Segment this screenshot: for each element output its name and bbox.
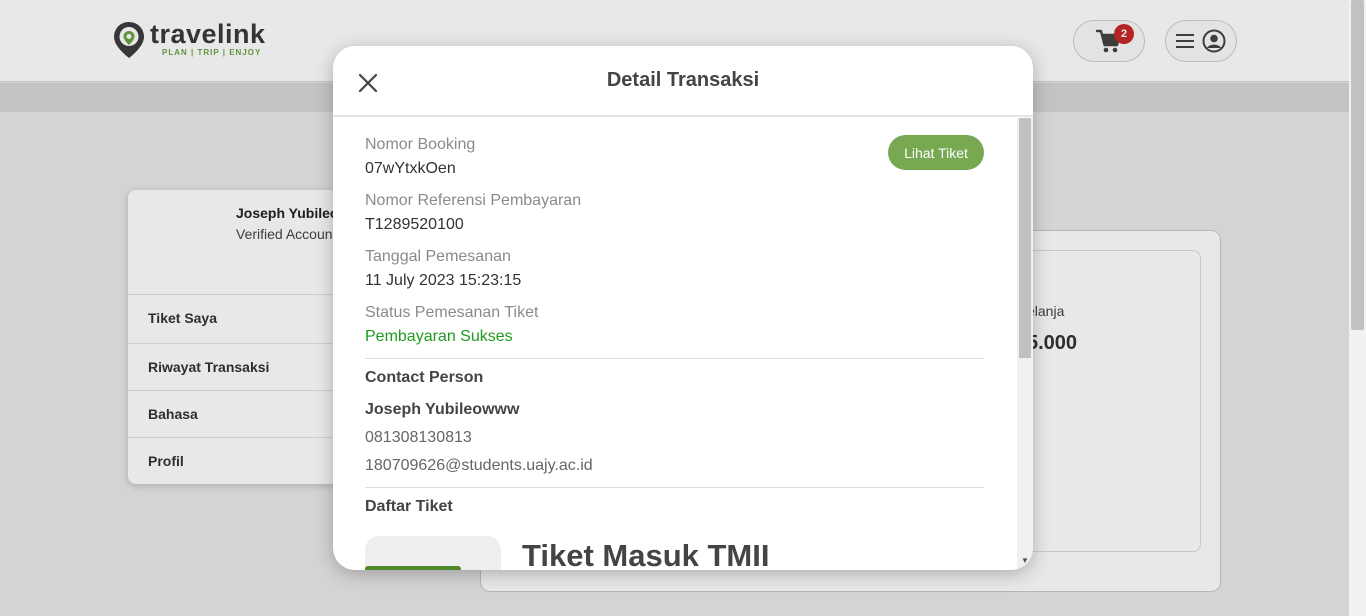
order-date-value: 11 July 2023 15:23:15 [365, 272, 522, 289]
modal-title: Detail Transaksi [606, 69, 760, 91]
modal-body: Lihat Tiket Nomor Booking 07wYtxkOen Nom… [333, 118, 1017, 570]
booking-number-value: 07wYtxkOen [365, 160, 456, 177]
contact-person-heading: Contact Person [365, 369, 484, 386]
contact-phone: 081308130813 [365, 429, 472, 446]
contact-name: Joseph Yubileowww [365, 401, 520, 418]
payment-reference-value: T1289520100 [365, 216, 464, 233]
scroll-down-arrow-icon[interactable]: ▼ [1019, 555, 1031, 567]
ticket-list-heading: Daftar Tiket [365, 498, 453, 515]
modal-header: Detail Transaksi [333, 46, 1033, 117]
order-status-value: Pembayaran Sukses [365, 328, 513, 345]
order-date-label: Tanggal Pemesanan [365, 248, 511, 265]
modal-scrollbar-thumb[interactable] [1019, 118, 1031, 358]
order-status-label: Status Pemesanan Tiket [365, 304, 539, 321]
divider [365, 487, 984, 488]
view-ticket-button[interactable]: Lihat Tiket [888, 135, 984, 170]
ticket-title: Tiket Masuk TMII [522, 538, 770, 570]
payment-reference-label: Nomor Referensi Pembayaran [365, 192, 582, 209]
booking-number-label: Nomor Booking [365, 136, 476, 153]
contact-email: 180709626@students.uajy.ac.id [365, 457, 593, 474]
page-scrollbar-thumb[interactable] [1351, 0, 1364, 330]
transaction-detail-modal: Detail Transaksi Lihat Tiket Nomor Booki… [333, 46, 1033, 570]
ticket-thumbnail-bar [365, 566, 461, 570]
divider [365, 358, 984, 359]
ticket-thumbnail[interactable] [365, 536, 501, 570]
